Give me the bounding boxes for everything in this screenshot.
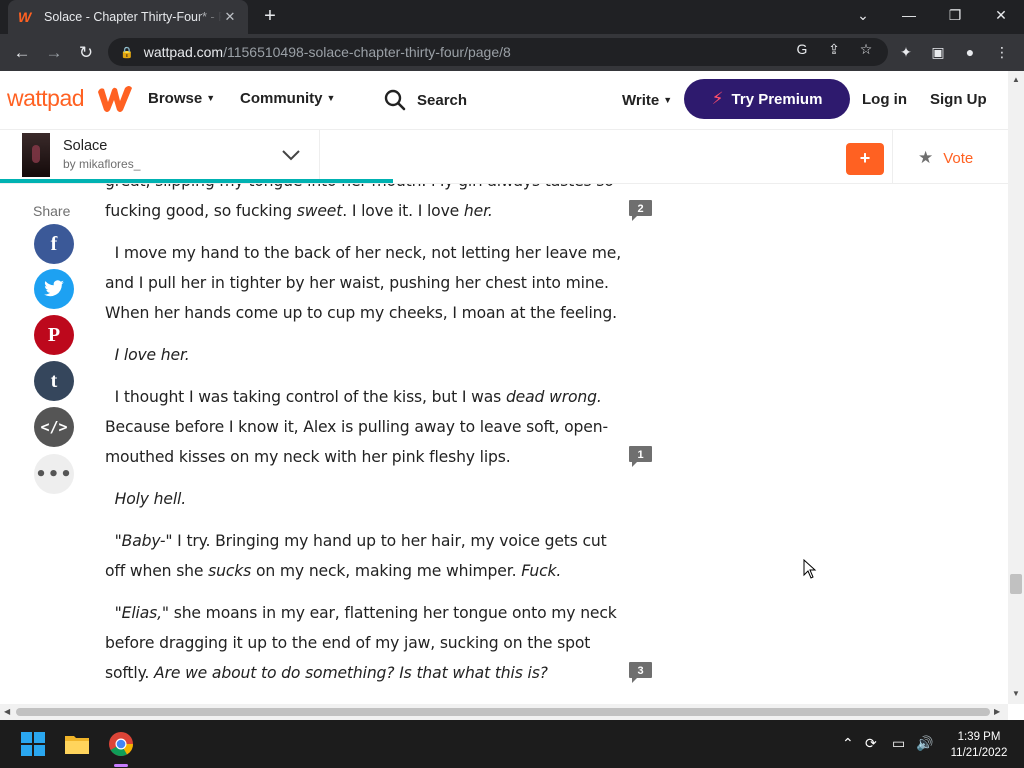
- tray-overflow-chevron-icon[interactable]: ⌃: [842, 735, 854, 752]
- tumblr-share-icon[interactable]: t: [34, 361, 74, 401]
- clock-date: 11/21/2022: [950, 747, 1008, 759]
- google-lens-icon[interactable]: G: [793, 40, 811, 58]
- sync-status-icon[interactable]: ⟳: [865, 735, 877, 752]
- story-info-bar: Solace by mikaflores_ + ★ Vote: [0, 129, 1008, 184]
- inline-comment-button[interactable]: 2: [628, 199, 653, 223]
- mouse-cursor-icon: [803, 559, 817, 579]
- windows-taskbar: ⌃ ⟳ ▭ 🔊 1:39 PM 11/21/2022: [0, 720, 1024, 768]
- story-author[interactable]: by mikaflores_: [63, 157, 140, 171]
- add-to-library-button[interactable]: +: [846, 143, 884, 175]
- wattpad-favicon-icon: W: [18, 9, 32, 25]
- minimize-button[interactable]: —: [886, 0, 932, 30]
- browser-tab-strip: W Solace - Chapter Thirty-Four* - P ✕ + …: [0, 0, 1024, 34]
- lightning-icon: ⚡: [711, 89, 724, 108]
- side-panel-icon[interactable]: ▣: [928, 42, 948, 62]
- scroll-left-arrow-icon[interactable]: ◀: [4, 707, 10, 716]
- story-title[interactable]: Solace: [63, 138, 107, 154]
- more-share-icon[interactable]: •••: [34, 454, 74, 494]
- scroll-down-arrow-icon[interactable]: ▼: [1012, 689, 1020, 698]
- back-arrow-icon[interactable]: ←: [8, 39, 36, 67]
- site-header: wattpad Browse ▼ Community ▼ Search Write ▼…: [0, 71, 1008, 129]
- reading-progress-bar: [0, 179, 394, 183]
- twitter-share-icon[interactable]: [34, 269, 74, 309]
- pinterest-share-icon[interactable]: P: [34, 315, 74, 355]
- restore-button[interactable]: ❐: [932, 0, 978, 30]
- paragraph: Holy hell.: [114, 490, 187, 508]
- network-icon[interactable]: ▭: [892, 735, 905, 752]
- active-app-indicator: [114, 764, 128, 767]
- chapter-list-chevron-icon[interactable]: [280, 144, 302, 166]
- tab-close-icon[interactable]: ✕: [222, 9, 238, 25]
- paragraph: I move my hand to the back of her neck, …: [105, 244, 622, 322]
- windows-start-icon[interactable]: [19, 730, 47, 758]
- chapter-content: Share f P t </> ••• great, slipping my t…: [0, 184, 1008, 704]
- divider: [319, 130, 320, 184]
- scroll-right-arrow-icon[interactable]: ▶: [994, 707, 1000, 716]
- tab-search-chevron-icon[interactable]: ⌄: [840, 0, 886, 30]
- svg-text:2: 2: [637, 203, 643, 215]
- paragraph: great, slipping my tongue into her mouth…: [105, 184, 614, 220]
- scroll-up-arrow-icon[interactable]: ▲: [1012, 75, 1020, 84]
- chevron-down-icon: ▼: [206, 93, 216, 103]
- vote-button[interactable]: ★ Vote: [918, 148, 973, 168]
- new-tab-button[interactable]: +: [258, 5, 282, 29]
- facebook-share-icon[interactable]: f: [34, 224, 74, 264]
- extensions-puzzle-icon[interactable]: ✦: [896, 42, 916, 62]
- star-icon: ★: [918, 148, 934, 167]
- svg-text:3: 3: [637, 665, 643, 677]
- browse-menu[interactable]: Browse ▼: [148, 90, 215, 107]
- browser-tab-active[interactable]: W Solace - Chapter Thirty-Four* - P ✕: [8, 0, 248, 34]
- chrome-menu-icon[interactable]: ⋮: [992, 42, 1012, 62]
- signup-link[interactable]: Sign Up: [930, 91, 987, 108]
- tab-title: Solace - Chapter Thirty-Four* - P: [44, 10, 222, 24]
- browser-toolbar: ← → ↻ 🔒 wattpad.com/1156510498-solace-ch…: [0, 34, 1024, 71]
- community-menu[interactable]: Community ▼: [240, 90, 335, 107]
- horizontal-scrollbar[interactable]: ◀ ▶: [0, 704, 1008, 720]
- lock-icon: 🔒: [120, 46, 134, 59]
- embed-code-icon[interactable]: </>: [34, 407, 74, 447]
- inline-comment-button[interactable]: 3: [628, 661, 653, 685]
- try-premium-button[interactable]: ⚡ Try Premium: [684, 79, 850, 119]
- chevron-down-icon: ▼: [663, 95, 673, 105]
- bookmark-star-icon[interactable]: ☆: [857, 40, 875, 58]
- scrollbar-thumb[interactable]: [16, 708, 990, 716]
- search-icon[interactable]: [384, 89, 406, 111]
- chrome-app-icon[interactable]: [107, 730, 135, 758]
- paragraph: "Baby-" I try. Bringing my hand up to he…: [105, 532, 607, 580]
- address-bar[interactable]: 🔒 wattpad.com/1156510498-solace-chapter-…: [108, 38, 888, 66]
- wattpad-logo-w-icon[interactable]: [96, 84, 134, 114]
- scrollbar-thumb[interactable]: [1010, 574, 1022, 594]
- volume-icon[interactable]: 🔊: [916, 735, 933, 752]
- reload-icon[interactable]: ↻: [72, 39, 100, 67]
- url-text: wattpad.com/1156510498-solace-chapter-th…: [143, 44, 511, 60]
- search-label[interactable]: Search: [417, 92, 467, 109]
- chevron-down-icon: ▼: [326, 93, 336, 103]
- wattpad-logo[interactable]: wattpad: [7, 85, 85, 112]
- svg-text:1: 1: [637, 449, 643, 461]
- inline-comment-button[interactable]: 1: [628, 445, 653, 469]
- file-explorer-icon[interactable]: [63, 730, 91, 758]
- share-page-icon[interactable]: ⇪: [825, 40, 843, 58]
- paragraph: I love her.: [114, 346, 190, 364]
- share-label: Share: [33, 203, 71, 219]
- close-window-button[interactable]: ✕: [978, 0, 1024, 30]
- login-link[interactable]: Log in: [862, 91, 907, 108]
- divider: [892, 130, 893, 184]
- paragraph: "Elias," she moans in my ear, flattening…: [105, 604, 617, 682]
- clock-time: 1:39 PM: [957, 731, 1001, 743]
- forward-arrow-icon[interactable]: →: [40, 39, 68, 67]
- paragraph: I thought I was taking control of the ki…: [105, 388, 608, 466]
- story-cover-image[interactable]: [22, 133, 50, 177]
- system-clock[interactable]: 1:39 PM 11/21/2022: [944, 729, 1014, 761]
- write-menu[interactable]: Write ▼: [622, 92, 672, 109]
- vertical-scrollbar[interactable]: ▲ ▼: [1008, 71, 1024, 704]
- profile-avatar-icon[interactable]: ●: [960, 42, 980, 62]
